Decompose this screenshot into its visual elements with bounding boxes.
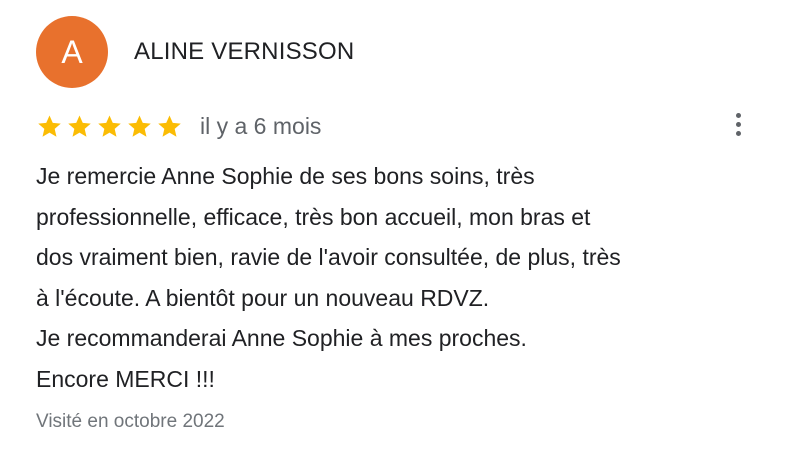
review-card: A ALINE VERNISSON il y a 6 mois Je remer… (0, 0, 799, 470)
review-header: A ALINE VERNISSON (36, 16, 354, 88)
author-name[interactable]: ALINE VERNISSON (134, 38, 354, 66)
review-meta: il y a 6 mois (36, 108, 321, 144)
more-vertical-icon (735, 130, 741, 136)
avatar[interactable]: A (36, 16, 108, 88)
review-text: Je remercie Anne Sophie de ses bons soin… (36, 156, 756, 399)
review-text-line: Encore MERCI !!! (36, 365, 215, 392)
star-icon (36, 113, 63, 140)
visit-date: Visité en octobre 2022 (36, 411, 225, 432)
review-text-line: à l'écoute. A bientôt pour un nouveau RD… (36, 284, 490, 311)
star-icon (156, 113, 183, 140)
star-rating (36, 113, 183, 140)
review-text-line: Je remercie Anne Sophie de ses bons soin… (36, 163, 535, 189)
more-vertical-icon (735, 121, 741, 127)
more-vertical-icon (735, 112, 741, 118)
review-text-line: Je recommanderai Anne Sophie à mes proch… (36, 325, 527, 351)
review-text-line: dos vraiment bien, ravie de l'avoir cons… (36, 244, 621, 270)
avatar-letter: A (61, 34, 83, 70)
review-text-line: professionnelle, efficace, très bon accu… (36, 203, 591, 230)
star-icon (66, 113, 93, 140)
star-icon (126, 113, 153, 140)
review-time: il y a 6 mois (200, 112, 322, 139)
more-options-button[interactable] (724, 106, 752, 142)
star-icon (96, 113, 123, 140)
